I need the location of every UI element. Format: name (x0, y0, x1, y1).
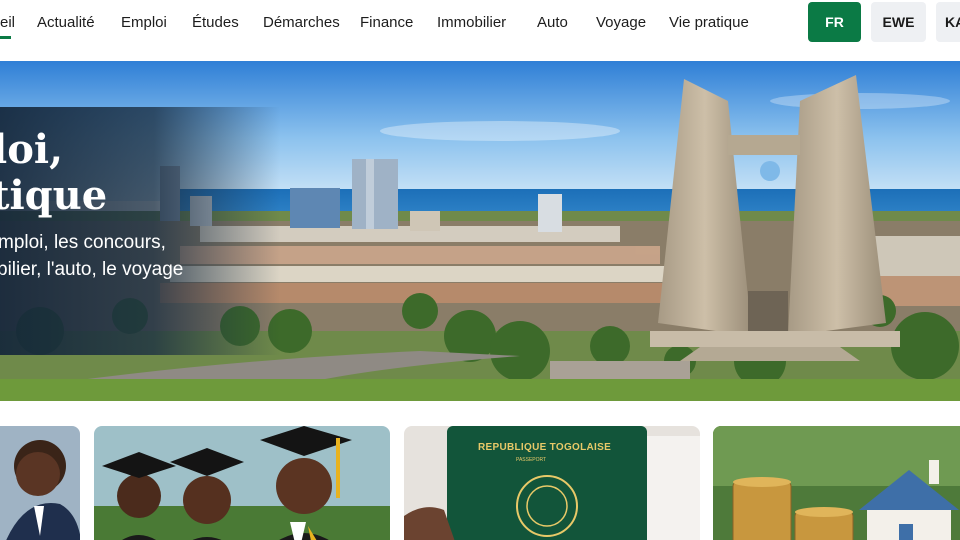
nav-item-auto[interactable]: Auto (537, 14, 568, 31)
hero-title-line2: tique (0, 172, 108, 219)
nav-item-actualite[interactable]: Actualité (37, 14, 95, 31)
nav-item-etudes[interactable]: Études (192, 14, 239, 31)
passport-title: REPUBLIQUE TOGOLAISE (478, 442, 612, 453)
hero-subtitle-line1: mploi, les concours, (0, 232, 166, 253)
passport-subtitle: PASSEPORT (516, 457, 547, 463)
card-etudes[interactable] (94, 426, 390, 540)
nav-item-immobilier[interactable]: Immobilier (437, 14, 506, 31)
card-demarches[interactable]: REPUBLIQUE TOGOLAISE PASSEPORT (404, 426, 700, 540)
hero-subtitle-line2: bilier, l'auto, le voyage (0, 259, 184, 280)
lang-button-fr[interactable]: FR (808, 2, 861, 42)
nav-item-demarches[interactable]: Démarches (263, 14, 340, 31)
lang-button-ka[interactable]: KA (936, 2, 960, 42)
card-finance-immobilier[interactable] (713, 426, 960, 540)
top-nav: eil Actualité Emploi Études Démarches Fi… (0, 0, 960, 46)
nav-item-accueil[interactable]: eil (0, 14, 15, 31)
active-nav-indicator (0, 36, 11, 39)
card-finance-image (713, 426, 960, 540)
hero-title-line1: loi, (0, 126, 63, 173)
card-etudes-image (94, 426, 390, 540)
card-emploi[interactable] (0, 426, 80, 540)
lang-button-ewe[interactable]: EWE (871, 2, 926, 42)
card-emploi-image (0, 426, 80, 540)
hero-banner: loi, tique mploi, les concours, bilier, … (0, 61, 960, 401)
nav-item-vie-pratique[interactable]: Vie pratique (669, 14, 749, 31)
nav-item-emploi[interactable]: Emploi (121, 14, 167, 31)
nav-item-voyage[interactable]: Voyage (596, 14, 646, 31)
nav-item-finance[interactable]: Finance (360, 14, 413, 31)
